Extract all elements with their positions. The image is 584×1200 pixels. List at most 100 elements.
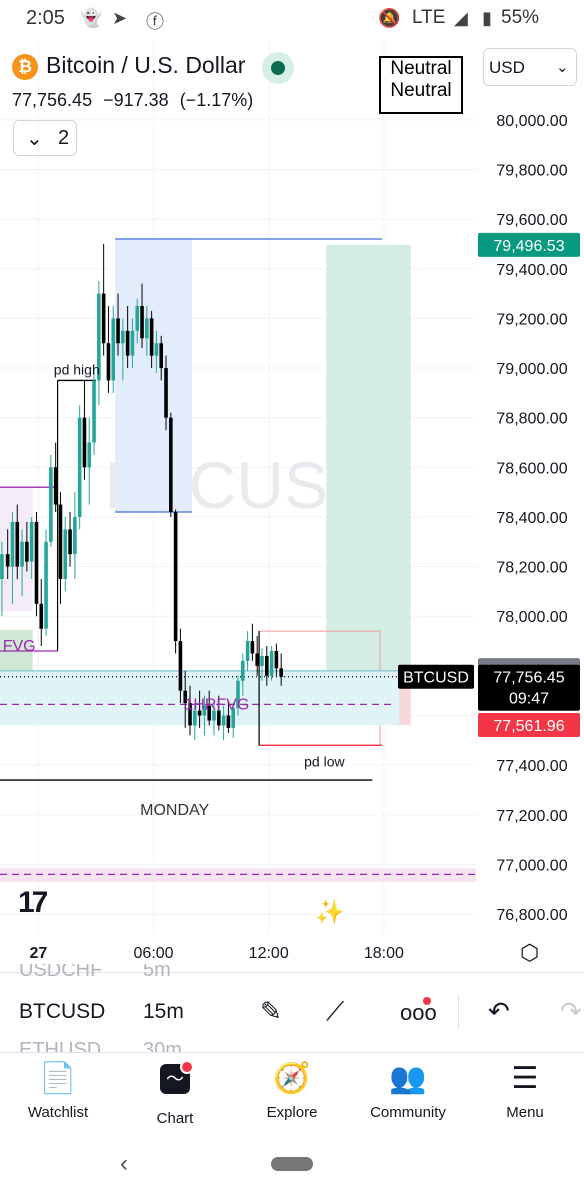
- indicator-count: 2: [58, 127, 70, 149]
- nav-explore-label: Explore: [266, 1104, 318, 1121]
- symbol-title[interactable]: Bitcoin / U.S. Dollar: [46, 52, 245, 79]
- market-status-indicator[interactable]: [262, 52, 294, 84]
- next-interval[interactable]: 30m: [143, 1038, 182, 1052]
- time-axis[interactable]: 27 06:00 12:00 18:00: [29, 945, 403, 960]
- indicators-collapse-button[interactable]: ⌄ 2: [13, 120, 77, 156]
- chart-annotation: MONDAY: [140, 802, 209, 819]
- notification-dot-icon: [423, 997, 431, 1005]
- price-tick-label: 76,800.00: [496, 907, 567, 924]
- bar-countdown-text: 09:47: [509, 691, 549, 708]
- system-back-icon[interactable]: ‹: [120, 1150, 128, 1178]
- nav-community[interactable]: 👥 Community: [353, 1058, 463, 1121]
- prev-interval[interactable]: 5m: [143, 964, 171, 980]
- candle-body: [92, 380, 96, 443]
- drawing-zone: [0, 868, 476, 882]
- candle-body: [111, 318, 116, 381]
- undo-icon[interactable]: ↶: [488, 996, 510, 1027]
- currency-value: USD: [489, 58, 525, 77]
- candle-body: [149, 318, 154, 356]
- price-tick-label: 79,200.00: [496, 311, 567, 328]
- nav-menu-label: Menu: [506, 1104, 544, 1121]
- watchlist-icon: 📄: [39, 1062, 77, 1095]
- candle-body: [106, 343, 111, 381]
- nav-chart-label: Chart: [156, 1110, 194, 1127]
- next-symbol[interactable]: ETHUSD: [19, 1038, 101, 1052]
- nav-watchlist[interactable]: 📄 Watchlist: [3, 1058, 113, 1121]
- prev-symbol[interactable]: USDCHF: [19, 964, 102, 980]
- candle-body: [29, 521, 34, 562]
- nav-chart[interactable]: 〜 Chart: [120, 1058, 230, 1127]
- symbol-picker[interactable]: BTCUSD: [19, 1000, 105, 1024]
- chart-annotation: FVG: [3, 638, 36, 655]
- price-tick-label: 79,600.00: [496, 212, 567, 229]
- candle-body: [39, 603, 44, 629]
- system-home-handle[interactable]: [271, 1157, 313, 1171]
- current-price-text: 77,756.45: [493, 670, 564, 687]
- redo-icon[interactable]: ↷: [560, 996, 582, 1027]
- price-tick-label: 77,200.00: [496, 808, 567, 825]
- price-summary: 77,756.45 −917.38 (−1.17%): [12, 90, 259, 111]
- interval-picker[interactable]: 15m: [143, 1000, 184, 1024]
- candle-body: [121, 330, 125, 344]
- candle-body: [25, 541, 29, 562]
- candle-body: [87, 442, 92, 468]
- candle-body: [140, 306, 144, 339]
- price-tick-label: 78,800.00: [496, 411, 567, 428]
- candle-body: [77, 417, 82, 517]
- price-label-text: 79,496.53: [493, 238, 564, 255]
- sentiment-line-2: Neutral: [390, 80, 452, 101]
- candle-body: [250, 641, 255, 654]
- more-options-icon[interactable]: ooo: [400, 1000, 437, 1026]
- chart-settings-icon[interactable]: ⬡: [520, 940, 539, 966]
- bitcoin-icon: ₿: [12, 54, 38, 80]
- chart-annotation: pd high: [54, 361, 100, 377]
- price-tick-label: 79,400.00: [496, 262, 567, 279]
- drawing-pencil-icon[interactable]: ✎: [260, 996, 282, 1027]
- price-labels: 79,496.5377,782.9177,561.9677,756.4509:4…: [398, 232, 580, 737]
- currency-select[interactable]: USD ⌄: [483, 48, 577, 86]
- time-tick-label: 27: [29, 945, 47, 960]
- time-tick-label: 12:00: [249, 945, 289, 960]
- candle-body: [68, 529, 72, 555]
- candle-body: [73, 516, 77, 555]
- candle-body: [49, 467, 53, 542]
- candle-body: [178, 641, 183, 691]
- candle-body: [130, 330, 135, 356]
- candle-body: [221, 715, 226, 726]
- candle-body: [260, 655, 264, 666]
- candle-body: [10, 521, 15, 567]
- nav-watchlist-label: Watchlist: [27, 1104, 89, 1121]
- candle-body: [279, 668, 283, 677]
- candle-body: [53, 467, 58, 505]
- nav-explore[interactable]: 🧭 Explore: [237, 1058, 347, 1121]
- price-tick-label: 78,600.00: [496, 460, 567, 477]
- drawing-zones: [0, 238, 476, 882]
- candle-body: [169, 417, 173, 512]
- ai-assistant-icon[interactable]: ✨: [312, 896, 348, 932]
- drawing-tools-icon[interactable]: ⟋: [326, 996, 344, 1028]
- toolbar-divider: [458, 994, 459, 1030]
- candle-body: [245, 641, 250, 661]
- price-chart[interactable]: BTCUSD pd high pd low 1HRFVG FVG MONDAY 80,0…: [0, 0, 584, 960]
- chart-nav-icon: 〜: [120, 1060, 230, 1106]
- candle-body: [240, 660, 245, 681]
- time-tick-label: 06:00: [134, 945, 174, 960]
- candle-body: [164, 368, 168, 418]
- price-tick-label: 77,000.00: [496, 857, 567, 874]
- candle-body: [226, 715, 231, 728]
- candle-body: [34, 521, 39, 604]
- candle-body: [159, 343, 164, 369]
- price-tick-label: 77,400.00: [496, 758, 567, 775]
- price-tick-label: 78,000.00: [496, 609, 567, 626]
- candle-body: [154, 343, 159, 356]
- community-icon: 👥: [389, 1062, 427, 1095]
- nav-menu[interactable]: ☰ Menu: [470, 1058, 580, 1121]
- sentiment-box: Neutral Neutral: [379, 56, 463, 114]
- candle-body: [116, 318, 120, 344]
- price-change: −917.38: [103, 90, 169, 110]
- drawing-zone: [115, 238, 192, 512]
- tradingview-logo-icon: 17: [18, 886, 48, 919]
- price-label-text: 77,561.96: [493, 718, 564, 735]
- candle-body: [255, 653, 259, 666]
- candle-body: [5, 554, 10, 567]
